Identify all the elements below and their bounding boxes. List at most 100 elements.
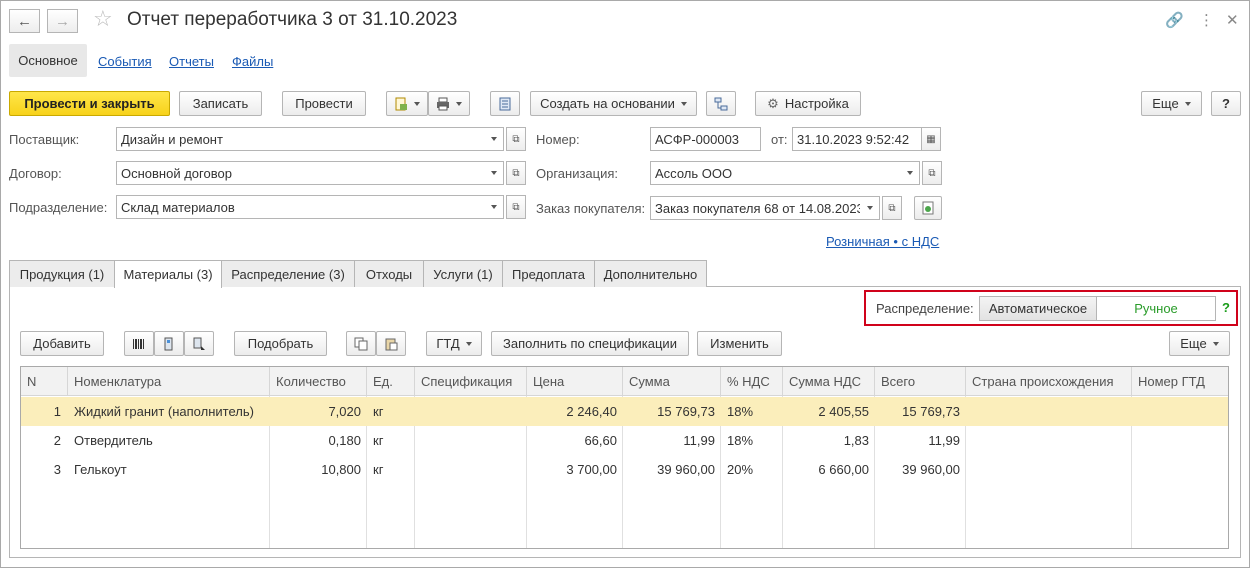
organization-dropdown[interactable] <box>900 161 920 185</box>
cell-sum[interactable]: 11,99 <box>623 426 721 455</box>
column-header[interactable]: Количество <box>270 367 367 396</box>
cell-item[interactable]: Отвердитель <box>68 426 270 455</box>
save-button[interactable]: Записать <box>179 91 262 116</box>
cell-sum[interactable]: 39 960,00 <box>623 455 721 484</box>
tab-distribution[interactable]: Распределение (3) <box>221 260 355 287</box>
cell-vat-sum[interactable]: 6 660,00 <box>783 455 875 484</box>
favorite-star-icon[interactable]: ☆ <box>93 6 113 32</box>
cell-item[interactable]: Жидкий гранит (наполнитель) <box>68 397 270 426</box>
column-header[interactable]: Сумма <box>623 367 721 396</box>
cell-quantity[interactable]: 7,020 <box>270 397 367 426</box>
date-field[interactable]: 31.10.2023 9:52:42 <box>792 127 922 151</box>
column-header[interactable]: Спецификация <box>415 367 527 396</box>
order-field[interactable]: Заказ покупателя 68 от 14.08.2023 <box>650 196 861 220</box>
contract-dropdown[interactable] <box>484 161 504 185</box>
materials-table[interactable]: N Номенклатура Количество Ед. Спецификац… <box>20 366 1229 549</box>
cell-sum[interactable]: 15 769,73 <box>623 397 721 426</box>
order-dropdown[interactable] <box>860 196 880 220</box>
cell-gtd[interactable] <box>1132 455 1228 484</box>
cell-vat-rate[interactable]: 18% <box>721 426 783 455</box>
price-type-link[interactable]: Розничная • с НДС <box>826 234 939 249</box>
tab-additional[interactable]: Дополнительно <box>594 260 707 287</box>
section-reports-link[interactable]: Отчеты <box>169 54 214 69</box>
column-header[interactable]: Цена <box>527 367 623 396</box>
back-arrow-icon[interactable]: ← <box>9 9 40 33</box>
post-button[interactable]: Провести <box>282 91 366 116</box>
forward-arrow-icon[interactable]: → <box>47 9 78 33</box>
gtd-button[interactable]: ГТД <box>426 331 482 356</box>
cell-spec[interactable] <box>415 455 527 484</box>
supplier-field[interactable]: Дизайн и ремонт <box>116 127 485 151</box>
division-dropdown[interactable] <box>484 195 504 219</box>
link-icon[interactable]: 🔗 <box>1165 11 1184 29</box>
cell-spec[interactable] <box>415 426 527 455</box>
table-row[interactable]: 1 Жидкий гранит (наполнитель) 7,020 кг 2… <box>21 397 1228 426</box>
cell-price[interactable]: 66,60 <box>527 426 623 455</box>
organization-open-icon[interactable]: ⧉ <box>922 161 942 185</box>
cell-quantity[interactable]: 10,800 <box>270 455 367 484</box>
cell-spec[interactable] <box>415 397 527 426</box>
cell-quantity[interactable]: 0,180 <box>270 426 367 455</box>
cell-total[interactable]: 39 960,00 <box>875 455 966 484</box>
create-based-on-button[interactable]: Создать на основании <box>530 91 697 116</box>
add-row-button[interactable]: Добавить <box>20 331 104 356</box>
table-row[interactable]: 3 Гелькоут 10,800 кг 3 700,00 39 960,00 … <box>21 455 1228 484</box>
supplier-dropdown[interactable] <box>484 127 504 151</box>
structure-button[interactable] <box>706 91 736 116</box>
cell-total[interactable]: 11,99 <box>875 426 966 455</box>
journal-button[interactable] <box>490 91 520 116</box>
column-header[interactable]: N <box>21 367 68 396</box>
tab-products[interactable]: Продукция (1) <box>9 260 115 287</box>
cell-unit[interactable]: кг <box>367 426 415 455</box>
distribution-automatic-option[interactable]: Автоматическое <box>979 296 1097 321</box>
tab-prepayment[interactable]: Предоплата <box>502 260 595 287</box>
column-header[interactable]: Всего <box>875 367 966 396</box>
post-and-close-button[interactable]: Провести и закрыть <box>9 91 170 116</box>
cell-vat-rate[interactable]: 20% <box>721 455 783 484</box>
calendar-icon[interactable]: ▦ <box>921 127 941 151</box>
number-field[interactable]: АСФР-000003 <box>650 127 761 151</box>
supplier-open-icon[interactable]: ⧉ <box>506 127 526 151</box>
settings-button[interactable]: ⚙ Настройка <box>755 91 861 116</box>
cell-price[interactable]: 2 246,40 <box>527 397 623 426</box>
cell-country[interactable] <box>966 397 1132 426</box>
cell-vat-sum[interactable]: 2 405,55 <box>783 397 875 426</box>
paste-rows-button[interactable] <box>376 331 406 356</box>
fill-by-spec-button[interactable]: Заполнить по спецификации <box>491 331 689 356</box>
cell-gtd[interactable] <box>1132 397 1228 426</box>
cell-item[interactable]: Гелькоут <box>68 455 270 484</box>
tab-materials[interactable]: Материалы (3) <box>114 260 222 288</box>
column-header[interactable]: % НДС <box>721 367 783 396</box>
division-field[interactable]: Склад материалов <box>116 195 485 219</box>
section-files-link[interactable]: Файлы <box>232 54 273 69</box>
cell-unit[interactable]: кг <box>367 455 415 484</box>
column-header[interactable]: Сумма НДС <box>783 367 875 396</box>
distribution-help-icon[interactable]: ? <box>1222 300 1230 315</box>
more-button[interactable]: Еще <box>1141 91 1202 116</box>
column-header[interactable]: Номер ГТД <box>1132 367 1228 396</box>
close-icon[interactable]: ✕ <box>1226 11 1239 29</box>
cell-country[interactable] <box>966 455 1132 484</box>
cell-total[interactable]: 15 769,73 <box>875 397 966 426</box>
table-row[interactable]: 2 Отвердитель 0,180 кг 66,60 11,99 18% 1… <box>21 426 1228 455</box>
change-button[interactable]: Изменить <box>697 331 782 356</box>
terminal-button[interactable] <box>184 331 214 356</box>
column-header[interactable]: Страна происхождения <box>966 367 1132 396</box>
order-open-icon[interactable]: ⧉ <box>882 196 902 220</box>
tab-waste[interactable]: Отходы <box>354 260 424 287</box>
section-events-link[interactable]: События <box>98 54 152 69</box>
contract-field[interactable]: Основной договор <box>116 161 485 185</box>
print-button[interactable] <box>428 91 470 116</box>
organization-field[interactable]: Ассоль ООО <box>650 161 901 185</box>
more-vertical-icon[interactable]: ⋮ <box>1199 11 1214 29</box>
cell-vat-sum[interactable]: 1,83 <box>783 426 875 455</box>
section-main[interactable]: Основное <box>9 44 87 77</box>
create-document-button[interactable] <box>386 91 428 116</box>
contract-open-icon[interactable]: ⧉ <box>506 161 526 185</box>
tab-services[interactable]: Услуги (1) <box>423 260 503 287</box>
barcode-button[interactable] <box>124 331 154 356</box>
table-more-button[interactable]: Еще <box>1169 331 1230 356</box>
column-header[interactable]: Ед. <box>367 367 415 396</box>
cell-gtd[interactable] <box>1132 426 1228 455</box>
division-open-icon[interactable]: ⧉ <box>506 195 526 219</box>
